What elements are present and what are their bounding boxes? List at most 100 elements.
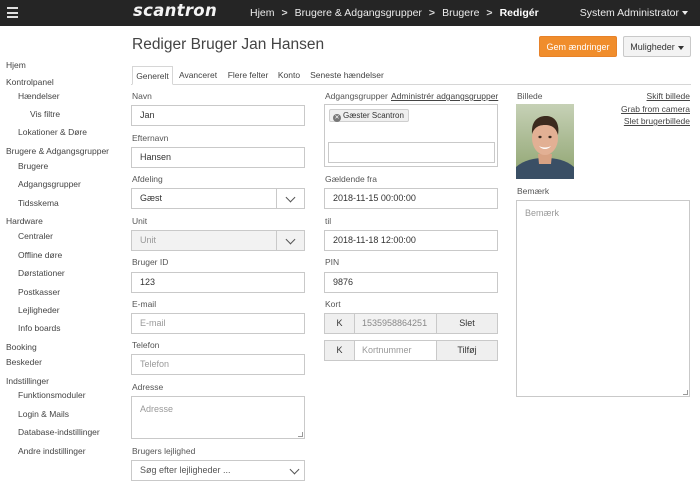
- chevron-down-icon[interactable]: [276, 189, 304, 208]
- hamburger-menu-icon[interactable]: [7, 7, 18, 18]
- breadcrumb-home[interactable]: Hjem: [250, 7, 275, 19]
- sidebar-item-funktionsmoduler[interactable]: Funktionsmoduler: [18, 390, 86, 400]
- caret-down-icon: [682, 11, 688, 16]
- sidebar-item-adgangsgrupper[interactable]: Adgangsgrupper: [18, 179, 81, 189]
- efternavn-label: Efternavn: [132, 133, 169, 143]
- access-group-tag-label: Gæster Scantron: [343, 111, 404, 120]
- sidebar-item-centraler[interactable]: Centraler: [18, 231, 53, 241]
- user-photo: [516, 104, 574, 179]
- sidebar-item-hjem[interactable]: Hjem: [6, 60, 26, 70]
- page-title: Rediger Bruger Jan Hansen: [132, 36, 325, 53]
- sidebar-item-tidsskema[interactable]: Tidsskema: [18, 198, 59, 208]
- breadcrumb-users[interactable]: Brugere: [442, 7, 479, 19]
- sidebar-item-indstillinger[interactable]: Indstillinger: [6, 376, 49, 386]
- sidebar-item-login-mails[interactable]: Login & Mails: [18, 409, 69, 419]
- save-changes-button[interactable]: Gem ændringer: [539, 36, 617, 57]
- sidebar-item-vis-filtre[interactable]: Vis filtre: [30, 109, 60, 119]
- tab-flere-felter[interactable]: Flere felter: [225, 66, 271, 85]
- access-groups-multiselect[interactable]: ✕ Gæster Scantron: [324, 104, 498, 167]
- sidebar-item-beskeder[interactable]: Beskeder: [6, 357, 42, 367]
- email-label: E-mail: [132, 299, 157, 309]
- breadcrumb: Hjem > Brugere & Adgangsgrupper > Brugere > Re…: [250, 7, 539, 19]
- kort-label: Kort: [325, 299, 341, 309]
- tab-seneste-haendelser[interactable]: Seneste hændelser: [308, 66, 386, 85]
- card-type-button[interactable]: K: [324, 313, 355, 334]
- lejlighed-search-select[interactable]: Søg efter lejligheder ...: [131, 460, 305, 481]
- afdeling-select[interactable]: Gæst: [131, 188, 305, 209]
- note-textarea[interactable]: [516, 200, 690, 397]
- sidebar-item-brugere[interactable]: Brugere: [18, 161, 48, 171]
- breadcrumb-edit: Redigér: [499, 7, 539, 19]
- tab-konto[interactable]: Konto: [276, 66, 302, 85]
- breadcrumb-separator-icon: >: [281, 7, 288, 19]
- breadcrumb-separator-icon: >: [486, 7, 493, 19]
- user-name: System Administrator: [579, 7, 679, 19]
- access-group-tag: ✕ Gæster Scantron: [329, 109, 409, 122]
- caret-down-icon: [677, 45, 684, 50]
- bruger-id-field[interactable]: 123: [131, 272, 305, 293]
- top-bar: scantron Hjem > Brugere & Adgangsgrupper > B…: [0, 0, 700, 26]
- new-card-type-button[interactable]: K: [324, 340, 355, 361]
- lejlighed-label: Brugers lejlighed: [132, 446, 196, 456]
- access-groups-search-input[interactable]: [328, 142, 495, 163]
- valid-to-field[interactable]: 2018-11-18 12:00:00: [324, 230, 498, 251]
- picture-label: Billede: [517, 91, 543, 101]
- unit-label: Unit: [132, 216, 148, 226]
- options-label: Muligheder: [630, 42, 675, 52]
- pin-label: PIN: [325, 257, 340, 267]
- sidebar-item-database-indstillinger[interactable]: Database-indstillinger: [18, 427, 100, 437]
- delete-picture-link[interactable]: Slet brugerbillede: [624, 116, 690, 126]
- sidebar: Hjem Kontrolpanel Hændelser Vis filtre L…: [0, 26, 120, 495]
- unit-select[interactable]: Unit: [131, 230, 305, 251]
- navn-field[interactable]: Jan: [131, 105, 305, 126]
- sidebar-item-haendelser[interactable]: Hændelser: [18, 91, 60, 101]
- chevron-down-icon[interactable]: [289, 464, 300, 475]
- sidebar-item-lokationer[interactable]: Lokationer & Døre: [18, 127, 87, 137]
- sidebar-item-info-boards[interactable]: Info boards: [18, 323, 61, 333]
- sidebar-item-andre-indstillinger[interactable]: Andre indstillinger: [18, 446, 86, 456]
- grab-from-camera-link[interactable]: Grab from camera: [621, 104, 690, 114]
- card-number-field: 1535958864251: [354, 313, 437, 334]
- new-card-number-field[interactable]: Kortnummer: [354, 340, 437, 361]
- chevron-down-icon[interactable]: [276, 231, 304, 250]
- tab-avanceret[interactable]: Avanceret: [177, 66, 219, 85]
- sidebar-item-kontrolpanel[interactable]: Kontrolpanel: [6, 77, 54, 87]
- tab-bar: Generelt Avanceret Flere felter Konto Se…: [131, 66, 691, 85]
- adresse-label: Adresse: [132, 382, 164, 392]
- breadcrumb-users-groups[interactable]: Brugere & Adgangsgrupper: [295, 7, 422, 19]
- note-label: Bemærk: [517, 186, 550, 196]
- sidebar-item-doerstationer[interactable]: Dørstationer: [18, 268, 65, 278]
- change-picture-link[interactable]: Skift billede: [647, 91, 690, 101]
- telefon-label: Telefon: [132, 340, 160, 350]
- unit-placeholder: Unit: [140, 235, 157, 245]
- email-field[interactable]: E-mail: [131, 313, 305, 334]
- resize-grip-icon[interactable]: [298, 432, 303, 437]
- sidebar-item-postkasser[interactable]: Postkasser: [18, 287, 60, 297]
- adresse-textarea[interactable]: [131, 396, 305, 439]
- sidebar-item-hardware[interactable]: Hardware: [6, 216, 43, 226]
- user-photo-image: [516, 104, 574, 179]
- sidebar-item-offline-doere[interactable]: Offline døre: [18, 250, 62, 260]
- lejlighed-placeholder: Søg efter lejligheder ...: [140, 465, 231, 475]
- sidebar-item-brugere-adgangsgrupper[interactable]: Brugere & Adgangsgrupper: [6, 146, 109, 156]
- resize-grip-icon[interactable]: [683, 390, 688, 395]
- scantron-logo[interactable]: scantron: [133, 1, 217, 20]
- user-menu[interactable]: System Administrator: [580, 7, 688, 19]
- telefon-field[interactable]: Telefon: [131, 354, 305, 375]
- add-card-button[interactable]: Tilføj: [436, 340, 498, 361]
- pin-field[interactable]: 9876: [324, 272, 498, 293]
- sidebar-item-lejligheder[interactable]: Lejligheder: [18, 305, 60, 315]
- options-dropdown-button[interactable]: Muligheder: [623, 36, 691, 57]
- afdeling-value: Gæst: [140, 193, 163, 203]
- manage-groups-link[interactable]: Administrér adgangsgrupper: [391, 91, 498, 101]
- efternavn-field[interactable]: Hansen: [131, 147, 305, 168]
- sidebar-item-booking[interactable]: Booking: [6, 342, 37, 352]
- remove-tag-icon[interactable]: ✕: [333, 114, 341, 122]
- breadcrumb-separator-icon: >: [428, 7, 436, 19]
- valid-from-field[interactable]: 2018-11-15 00:00:00: [324, 188, 498, 209]
- delete-card-button[interactable]: Slet: [436, 313, 498, 334]
- valid-from-label: Gældende fra: [325, 174, 377, 184]
- tab-generelt[interactable]: Generelt: [132, 66, 173, 85]
- bruger-id-label: Bruger ID: [132, 257, 169, 267]
- adgangsgrupper-label: Adgangsgrupper: [325, 91, 388, 101]
